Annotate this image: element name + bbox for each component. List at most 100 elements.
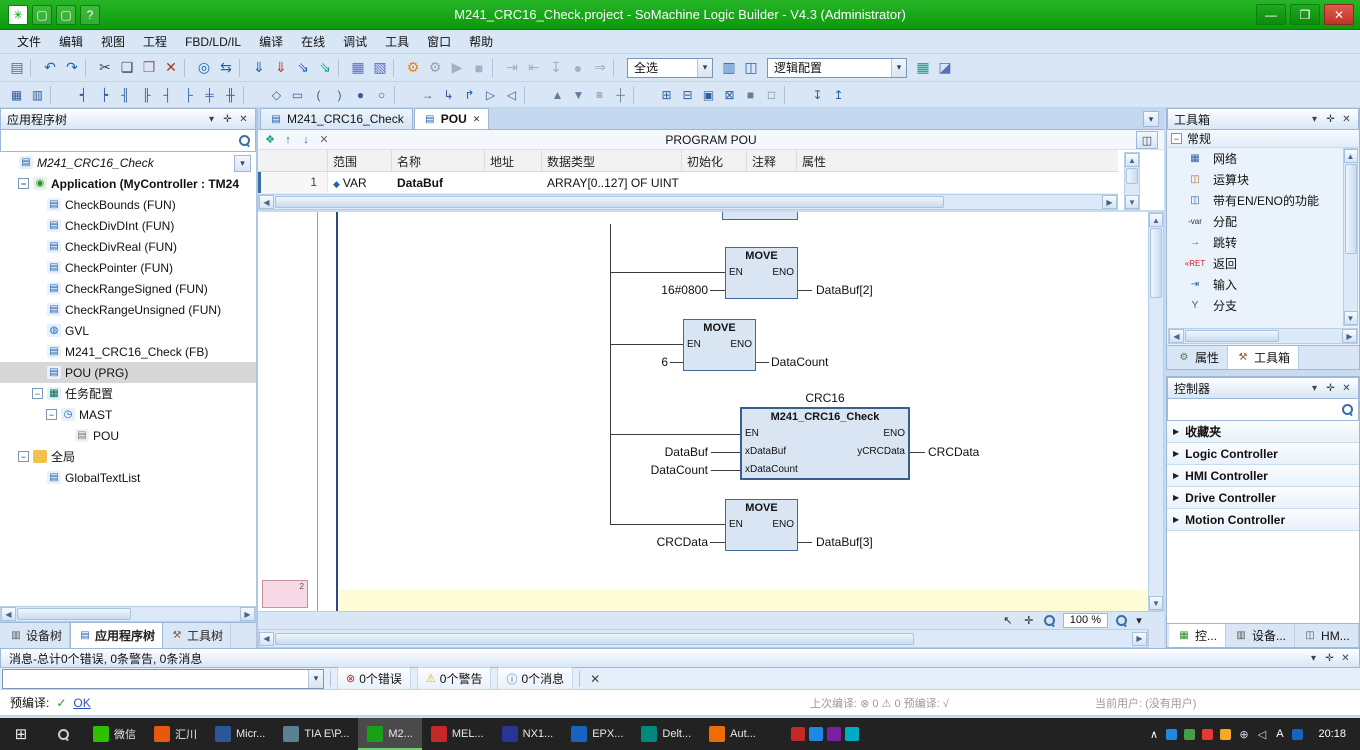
decl-move-up-icon[interactable]: ↑ — [280, 132, 296, 148]
tray-app-icon[interactable] — [1202, 729, 1213, 740]
tray-ime-icon[interactable]: A — [1272, 727, 1287, 742]
fbd-tool-icon[interactable] — [394, 86, 415, 104]
node-icon[interactable]: ● — [350, 84, 371, 106]
pan-tool-icon[interactable]: ✛ — [1021, 613, 1037, 628]
pin-icon[interactable]: ✛ — [1322, 651, 1337, 666]
operand-label[interactable]: DataBuf — [638, 445, 708, 459]
close-branch-icon[interactable]: ) — [329, 84, 350, 106]
taskbar-mini-icon[interactable] — [827, 727, 841, 741]
logic-config-combo[interactable]: 逻辑配置 ▾ — [767, 58, 907, 78]
toolbar-icon[interactable] — [30, 59, 37, 77]
menu-item[interactable]: 编译 — [250, 30, 292, 53]
taskbar-mini-icon[interactable] — [809, 727, 823, 741]
precompile-ok-link[interactable]: OK — [73, 696, 90, 710]
tree-item[interactable]: ▤ GlobalTextList — [0, 467, 256, 488]
tray-network-icon[interactable]: ⊕ — [1236, 727, 1251, 742]
message-category-combo[interactable]: ▾ — [2, 669, 324, 689]
fill-icon[interactable]: ■ — [740, 84, 761, 106]
operand-label[interactable]: DataCount — [628, 463, 708, 477]
chevron-down-icon[interactable]: ▾ — [204, 112, 219, 127]
find-icon[interactable]: ◎ — [193, 57, 215, 79]
tab-devices[interactable]: ▥ 设备... — [1226, 624, 1295, 647]
tree-item-project-root[interactable]: ▤ M241_CRC16_Check — [0, 152, 256, 173]
fbd-tool-icon[interactable] — [633, 86, 654, 104]
pin-icon[interactable]: ✛ — [220, 112, 235, 127]
scroll-up-icon[interactable]: ▲ — [1344, 149, 1358, 163]
step-out-icon[interactable]: ↧ — [545, 57, 567, 79]
tab-application-tree[interactable]: ▤ 应用程序树 — [70, 623, 163, 648]
filter-messages[interactable]: ⓘ 0个消息 — [497, 667, 573, 690]
minimize-button[interactable]: — — [1256, 4, 1286, 25]
toolbar-icon[interactable] — [184, 59, 191, 77]
filter-errors[interactable]: ⊗ 0个错误 — [337, 667, 411, 690]
input-pin-icon[interactable]: ▷ — [480, 84, 501, 106]
taskbar-delta[interactable]: Delt... — [632, 718, 700, 750]
scroll-thumb[interactable] — [17, 608, 131, 620]
tray-app-icon[interactable] — [1166, 729, 1177, 740]
tab-hmi[interactable]: ◫ HM... — [1295, 624, 1359, 647]
scroll-right-icon[interactable]: ▶ — [240, 607, 255, 621]
contact-icon[interactable]: ┥ — [73, 84, 94, 106]
toolbox-group-header[interactable]: − 常规 — [1167, 130, 1359, 148]
taskbar-sysmac[interactable]: NX1... — [493, 718, 563, 750]
tab-toolbox[interactable]: ⚒ 工具箱 — [1228, 346, 1299, 369]
cursor-tool-icon[interactable]: ↖ — [1000, 613, 1016, 628]
print-icon[interactable]: ▤ — [6, 57, 28, 79]
decl-col-attrs[interactable]: 属性 — [797, 150, 1118, 171]
online-icon[interactable]: ⇘ — [314, 57, 336, 79]
tab-list-caret-icon[interactable]: ▾ — [1143, 111, 1159, 127]
breakpoint-icon[interactable]: ● — [567, 57, 589, 79]
chevron-down-icon[interactable]: ▾ — [1306, 651, 1321, 666]
step-over-icon[interactable]: ⇥ — [501, 57, 523, 79]
fbd-tool-icon[interactable] — [50, 86, 71, 104]
step-into-icon[interactable]: ⇤ — [523, 57, 545, 79]
menu-item[interactable]: 在线 — [292, 30, 334, 53]
tray-chevron-icon[interactable]: ∧ — [1146, 727, 1161, 742]
replace-icon[interactable]: ⇆ — [215, 57, 237, 79]
parallel-contact-icon[interactable]: ╢ — [115, 84, 136, 106]
cut-icon[interactable]: ✂ — [94, 57, 116, 79]
decl-col-comment[interactable]: 注释 — [747, 150, 797, 171]
toolbox-item-en-eno-function[interactable]: ◫ 带有EN/ENO的功能 — [1167, 190, 1359, 211]
branch-down-icon[interactable]: ↳ — [438, 84, 459, 106]
fbd-move-block-3[interactable]: MOVE ENENO — [725, 499, 798, 551]
search-input[interactable] — [1172, 402, 1337, 418]
taskbar-microsoft[interactable]: Micr... — [206, 718, 274, 750]
scroll-down-icon[interactable]: ▼ — [1344, 311, 1358, 325]
controller-category[interactable]: Drive Controller — [1167, 487, 1359, 509]
redo-icon[interactable]: ↷ — [61, 57, 83, 79]
taskbar-mini-icon[interactable] — [791, 727, 805, 741]
device-icon[interactable]: ▧ — [369, 57, 391, 79]
chevron-down-icon[interactable]: ▾ — [891, 59, 906, 77]
align-icon[interactable]: ≡ — [589, 84, 610, 106]
tray-volume-icon[interactable]: ◁ — [1254, 727, 1269, 742]
declaration-h-scrollbar[interactable]: ◀ ▶ — [258, 194, 1118, 210]
box-icon[interactable]: ▭ — [287, 84, 308, 106]
decl-col-datatype[interactable]: 数据类型 — [542, 150, 682, 171]
tree-item[interactable]: ◍ GVL — [0, 320, 256, 341]
scroll-up-icon[interactable]: ▲ — [1125, 153, 1139, 167]
toolbox-item-return[interactable]: «RET 返回 — [1167, 253, 1359, 274]
coil-neg-icon[interactable]: ├ — [178, 84, 199, 106]
search-icon[interactable] — [238, 134, 251, 147]
decl-col-address[interactable]: 地址 — [485, 150, 542, 171]
decl-type-cell[interactable]: ARRAY[0..127] OF UINT — [542, 176, 684, 190]
taskbar-wechat[interactable]: 微信 — [84, 718, 145, 750]
open-branch-icon[interactable]: ( — [308, 84, 329, 106]
controller-category[interactable]: HMI Controller — [1167, 465, 1359, 487]
tree-item[interactable]: − ▦ 任务配置 — [0, 383, 256, 404]
taskbar-tia-portal[interactable]: TIA E\P... — [274, 718, 358, 750]
operand-label[interactable]: 6 — [598, 355, 668, 369]
editor-h-scrollbar[interactable]: ◀ ▶ — [258, 629, 1148, 648]
move-up-tool-icon[interactable]: ▲ — [547, 84, 568, 106]
toolbox-v-scrollbar[interactable]: ▲ ▼ — [1343, 148, 1358, 326]
tree-h-scrollbar[interactable]: ◀ ▶ — [0, 606, 256, 622]
toolbox-item-branch[interactable]: Y 分支 — [1167, 295, 1359, 316]
close-icon[interactable]: ✕ — [236, 112, 251, 127]
decl-name-cell[interactable]: DataBuf — [392, 176, 485, 190]
taskbar-epx[interactable]: EPX... — [562, 718, 632, 750]
toolbox-item-jump[interactable]: → 跳转 — [1167, 232, 1359, 253]
run-to-cursor-icon[interactable]: ⇒ — [589, 57, 611, 79]
menu-item[interactable]: 编辑 — [50, 30, 92, 53]
set-coil-icon[interactable]: ╪ — [199, 84, 220, 106]
